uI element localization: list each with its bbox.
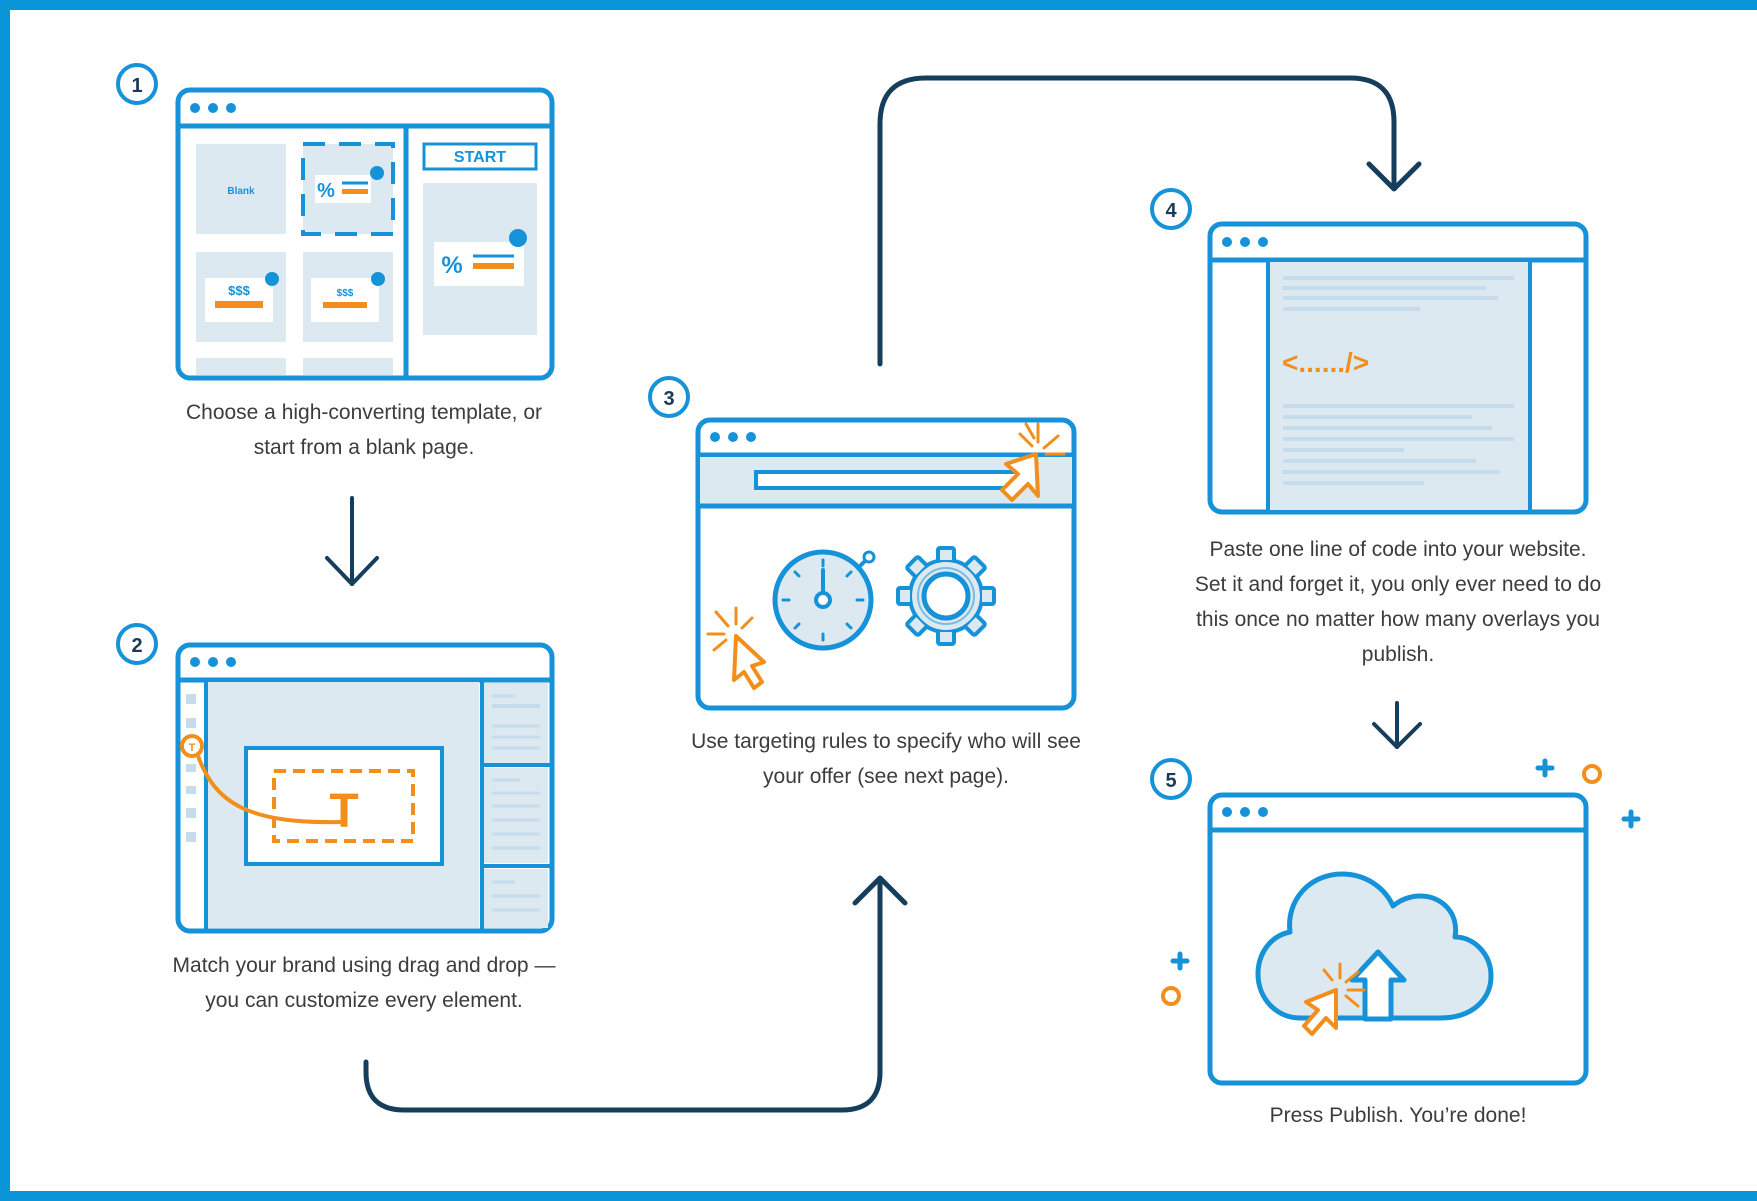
template-blank-label: Blank <box>227 186 255 197</box>
template-price-thumb-large: $$$ <box>196 252 286 342</box>
step-5-caption: Press Publish. You’re done! <box>1269 1104 1527 1127</box>
dots-icon <box>710 432 756 442</box>
step-5: 5 <box>1150 758 1641 1086</box>
template-percent-symbol: % <box>317 180 335 202</box>
step-2-caption: Match your brand using drag and drop — y… <box>172 954 556 1012</box>
flow-arrow-1-to-2 <box>325 496 379 586</box>
property-panel-top <box>484 683 548 763</box>
flow-arrow-4-to-5 <box>1372 701 1422 749</box>
template-selected-thumb: % <box>301 142 395 236</box>
step-3: 3 <box>648 376 1077 711</box>
step-3-window <box>695 417 1077 711</box>
text-tool-icon[interactable]: T <box>180 734 204 758</box>
dots-icon <box>1222 807 1268 817</box>
dots-icon <box>1222 237 1268 247</box>
url-bar[interactable] <box>754 470 1020 490</box>
step-1-number: 1 <box>131 75 142 97</box>
step-3-number: 3 <box>663 388 674 410</box>
step-2-number: 2 <box>131 635 142 657</box>
step-5-number: 5 <box>1165 770 1176 792</box>
dots-icon <box>190 657 236 667</box>
circle-icon <box>1161 986 1181 1006</box>
dots-icon <box>190 103 236 113</box>
step-3-caption: Use targeting rules to specify who will … <box>691 730 1081 788</box>
step-1: 1 Blank % $$$ $$$ START % <box>116 63 555 381</box>
start-label: START <box>454 149 506 166</box>
preview-percent-symbol: % <box>441 252 462 279</box>
text-placeholder-letter: T <box>329 785 358 838</box>
property-panel-bottom <box>484 869 548 928</box>
step-1-caption: Choose a high-converting template, or st… <box>185 401 543 459</box>
code-icon: <....../> <box>1282 347 1369 378</box>
step-5-number-badge: 5 <box>1150 758 1192 800</box>
template-price-label-large: $$$ <box>228 283 250 298</box>
plus-icon <box>1535 758 1555 778</box>
template-price-thumb-small: $$$ <box>303 252 393 342</box>
plus-icon <box>1621 809 1641 829</box>
stopwatch-icon <box>772 549 876 651</box>
plus-icon <box>1170 951 1190 971</box>
svg-text:T: T <box>189 742 196 754</box>
circle-icon <box>1582 764 1602 784</box>
step-2: 2 T T <box>116 623 555 934</box>
template-price-label-small: $$$ <box>337 288 354 299</box>
step-1-number-badge: 1 <box>116 63 158 105</box>
step-1-window: Blank % $$$ $$$ START % <box>175 87 555 381</box>
step-3-number-badge: 3 <box>648 376 690 418</box>
step-4-number-badge: 4 <box>1150 188 1192 230</box>
step-4-window: <....../> <box>1207 221 1589 515</box>
step-2-window: T T <box>175 642 555 934</box>
step-4-caption: Paste one line of code into your website… <box>1194 538 1602 666</box>
step-2-number-badge: 2 <box>116 623 158 665</box>
step-4-number: 4 <box>1165 200 1177 222</box>
step-5-window <box>1207 792 1589 1086</box>
start-banner: START <box>422 142 538 171</box>
property-panel-middle <box>484 768 548 863</box>
gear-icon <box>896 546 996 646</box>
step-4: 4 <....../> <box>1150 188 1589 515</box>
